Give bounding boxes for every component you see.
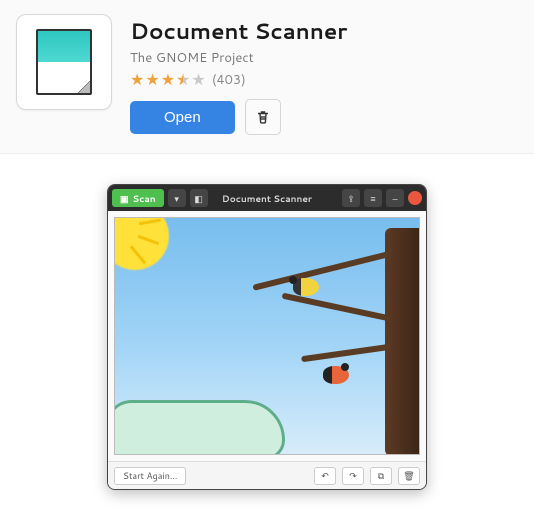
- rotate-left-icon: ↶: [321, 469, 329, 482]
- scan-label: Scan: [133, 192, 156, 205]
- scan-canvas: [114, 217, 420, 455]
- app-icon: [16, 14, 112, 110]
- screenshot-preview: ▣ Scan ▾ ◧ Document Scanner ⇪ ≡ –: [0, 154, 534, 520]
- rotate-left-button[interactable]: ↶: [314, 467, 336, 485]
- tree-drawing: [385, 228, 419, 455]
- star-icon: ★: [191, 72, 205, 88]
- bird-drawing: [323, 366, 349, 384]
- star-icon: ★: [176, 72, 190, 88]
- star-icon: ★: [161, 72, 175, 88]
- export-dropdown[interactable]: ▾: [168, 189, 186, 207]
- close-icon[interactable]: [408, 191, 422, 205]
- review-count: (403): [212, 71, 246, 89]
- share-button[interactable]: ⇪: [342, 189, 360, 207]
- crop-icon: ⧉: [378, 469, 384, 482]
- app-header: Document Scanner The GNOME Project ★ ★ ★…: [0, 0, 534, 154]
- star-icon: ★: [145, 72, 159, 88]
- app-title: Document Scanner: [130, 16, 518, 47]
- preview-bottombar: Start Again… ↶ ↷ ⧉ 🗑: [108, 461, 426, 489]
- rotate-right-icon: ↷: [349, 469, 357, 482]
- scan-button[interactable]: ▣ Scan: [112, 189, 164, 207]
- scan-icon: ▣: [120, 192, 129, 205]
- star-icon: ★: [130, 72, 144, 88]
- trash-icon: [255, 109, 271, 125]
- minimize-button[interactable]: –: [386, 189, 404, 207]
- page-mode-button[interactable]: ◧: [190, 189, 208, 207]
- star-rating: ★ ★ ★ ★ ★: [130, 72, 206, 88]
- preview-window: ▣ Scan ▾ ◧ Document Scanner ⇪ ≡ –: [107, 184, 427, 490]
- rotate-right-button[interactable]: ↷: [342, 467, 364, 485]
- snow-drawing: [114, 400, 285, 455]
- app-publisher: The GNOME Project: [130, 49, 518, 67]
- crop-button[interactable]: ⧉: [370, 467, 392, 485]
- open-button[interactable]: Open: [130, 101, 235, 134]
- delete-page-button[interactable]: 🗑: [398, 467, 420, 485]
- trash-icon: 🗑: [403, 469, 414, 482]
- uninstall-button[interactable]: [245, 99, 281, 135]
- preview-titlebar: ▣ Scan ▾ ◧ Document Scanner ⇪ ≡ –: [108, 185, 426, 211]
- bird-drawing: [293, 278, 319, 296]
- start-again-button[interactable]: Start Again…: [114, 467, 186, 485]
- rating-row[interactable]: ★ ★ ★ ★ ★ (403): [130, 71, 518, 89]
- menu-button[interactable]: ≡: [364, 189, 382, 207]
